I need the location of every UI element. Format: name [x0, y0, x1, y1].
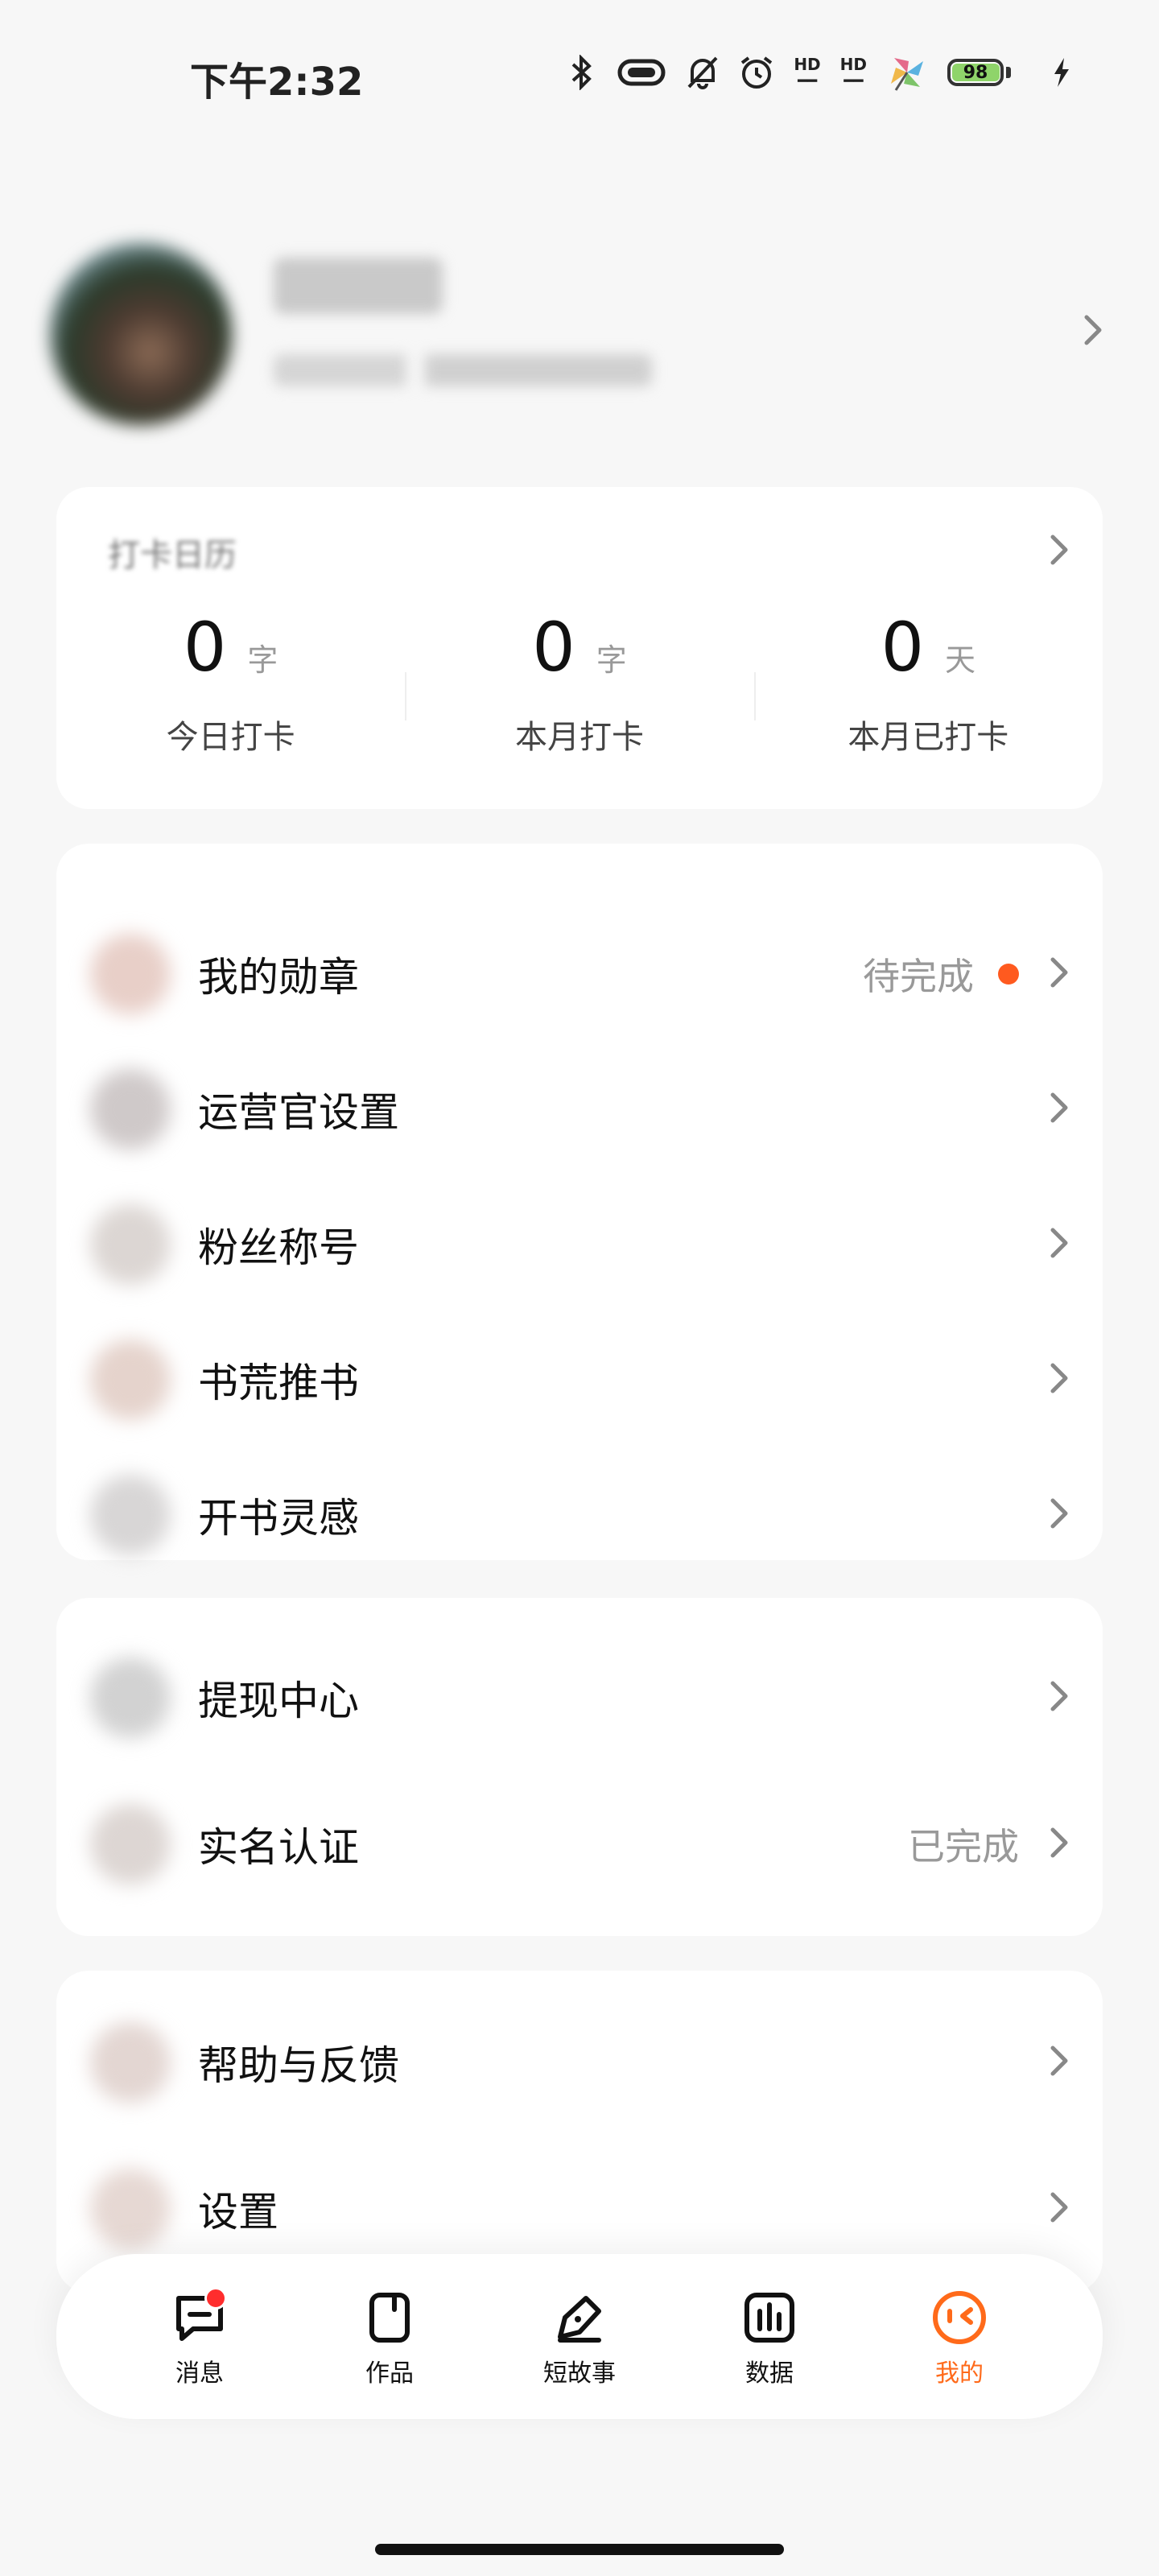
chevron-right-icon: [1050, 1680, 1069, 1715]
chevron-right-icon[interactable]: [1083, 314, 1103, 349]
menu-item-help-feedback[interactable]: 帮助与反馈: [56, 1995, 1103, 2130]
menu-item-real-name[interactable]: 实名认证 已完成: [56, 1777, 1103, 1912]
battery-indicator: 98: [947, 59, 1011, 86]
stat-today: 0 字 今日打卡: [56, 608, 405, 758]
chart-icon: [744, 2292, 794, 2343]
id-verify-icon: [90, 1804, 171, 1885]
menu-item-writing-inspiration[interactable]: 开书灵感: [56, 1447, 1103, 1583]
notification-dot: [998, 964, 1019, 985]
profile-subtitle: [274, 354, 652, 386]
menu-item-label: 运营官设置: [198, 1089, 399, 1136]
nfc-icon: [617, 56, 666, 89]
tab-label: 我的: [935, 2359, 984, 2388]
menu-group-features: 我的勋章 待完成 运营官设置 粉丝称号 书荒推书 开书灵感: [56, 844, 1103, 1560]
stat-days: 0 天 本月已打卡: [753, 608, 1103, 758]
chevron-right-icon[interactable]: [1050, 534, 1069, 569]
inspiration-icon: [90, 1475, 171, 1555]
chevron-right-icon: [1050, 1827, 1069, 1862]
menu-item-label: 帮助与反馈: [198, 2042, 399, 2089]
chevron-right-icon: [1050, 1497, 1069, 1533]
menu-item-status: 待完成: [863, 947, 1019, 1001]
status-bar: 下午2:32 HD ━━ HD ━━ 98: [0, 0, 1159, 153]
tab-data[interactable]: 数据: [709, 2285, 830, 2388]
alarm-icon: [739, 55, 774, 90]
tab-mine[interactable]: 我的: [899, 2285, 1020, 2388]
stat-unit: 天: [945, 642, 976, 678]
stat-month: 0 字 本月打卡: [405, 608, 753, 758]
menu-item-withdraw[interactable]: 提现中心: [56, 1630, 1103, 1765]
operator-icon: [90, 1069, 171, 1150]
stat-label: 本月已打卡: [848, 719, 1009, 756]
help-icon: [90, 2022, 171, 2103]
mine-icon: [933, 2290, 986, 2344]
chevron-right-icon: [1050, 1362, 1069, 1397]
pen-icon: [558, 2295, 601, 2343]
menu-item-label: 开书灵感: [198, 1495, 359, 1542]
hd-signal-icon-2: HD ━━: [839, 55, 867, 90]
stat-label: 今日打卡: [166, 719, 295, 756]
chevron-right-icon: [1050, 1092, 1069, 1127]
chevron-right-icon: [1050, 2045, 1069, 2080]
tab-label: 消息: [175, 2359, 224, 2388]
charging-icon: [1053, 58, 1070, 87]
chevron-right-icon: [1050, 1227, 1069, 1262]
tab-works[interactable]: 作品: [329, 2285, 450, 2388]
status-time: 下午2:32: [190, 60, 364, 105]
profile-name: [274, 258, 443, 314]
tab-label: 数据: [745, 2359, 794, 2388]
works-icon: [369, 2292, 410, 2343]
avatar[interactable]: [50, 243, 232, 425]
bluetooth-icon: [565, 55, 597, 90]
chevron-right-icon: [1050, 2191, 1069, 2227]
stat-value: 0: [183, 608, 227, 687]
pinwheel-icon: [886, 53, 928, 92]
settings-icon: [90, 2169, 171, 2249]
profile-header[interactable]: [0, 225, 1159, 435]
menu-group-account: 提现中心 实名认证 已完成: [56, 1598, 1103, 1936]
tab-messages[interactable]: 消息: [139, 2285, 260, 2388]
stat-unit: 字: [247, 642, 278, 678]
tab-label: 短故事: [543, 2359, 616, 2388]
message-badge: [204, 2286, 227, 2310]
menu-item-label: 实名认证: [198, 1824, 359, 1871]
menu-item-label: 粉丝称号: [198, 1224, 359, 1271]
battery-level: 98: [963, 62, 988, 83]
menu-item-status: 已完成: [908, 1825, 1019, 1868]
fan-title-icon: [90, 1204, 171, 1285]
tab-label: 作品: [365, 2359, 414, 2388]
chevron-right-icon: [1050, 956, 1069, 992]
menu-item-book-recommend[interactable]: 书荒推书: [56, 1312, 1103, 1447]
bell-off-icon: [686, 55, 720, 90]
menu-group-support: 帮助与反馈 设置: [56, 1971, 1103, 2293]
menu-item-operator-settings[interactable]: 运营官设置: [56, 1042, 1103, 1177]
checkin-calendar-card[interactable]: 打卡日历 0 字 今日打卡 0 字 本月打卡 0 天 本月已打卡: [56, 487, 1103, 809]
status-icons: HD ━━ HD ━━ 98: [565, 53, 1070, 92]
book-recommend-icon: [90, 1340, 171, 1420]
checkin-title: 打卡日历: [108, 537, 237, 574]
checkin-stats: 0 字 今日打卡 0 字 本月打卡 0 天 本月已打卡: [56, 608, 1103, 758]
hd-signal-icon: HD ━━: [794, 55, 821, 90]
stat-value: 0: [532, 608, 575, 687]
menu-item-label: 提现中心: [198, 1678, 359, 1724]
tab-short-story[interactable]: 短故事: [519, 2285, 640, 2388]
menu-item-fan-title[interactable]: 粉丝称号: [56, 1177, 1103, 1312]
menu-item-label: 我的勋章: [198, 954, 359, 1001]
stat-unit: 字: [596, 642, 627, 678]
home-indicator[interactable]: [375, 2544, 784, 2555]
stat-label: 本月打卡: [514, 719, 644, 756]
withdraw-icon: [90, 1657, 171, 1738]
bottom-tab-bar: 消息 作品 短故事 数据 我的: [56, 2254, 1103, 2419]
stat-value: 0: [881, 608, 925, 687]
menu-item-medals[interactable]: 我的勋章 待完成: [56, 906, 1103, 1042]
menu-item-label: 设置: [198, 2189, 278, 2235]
medal-icon: [90, 934, 171, 1014]
menu-item-label: 书荒推书: [198, 1360, 359, 1406]
